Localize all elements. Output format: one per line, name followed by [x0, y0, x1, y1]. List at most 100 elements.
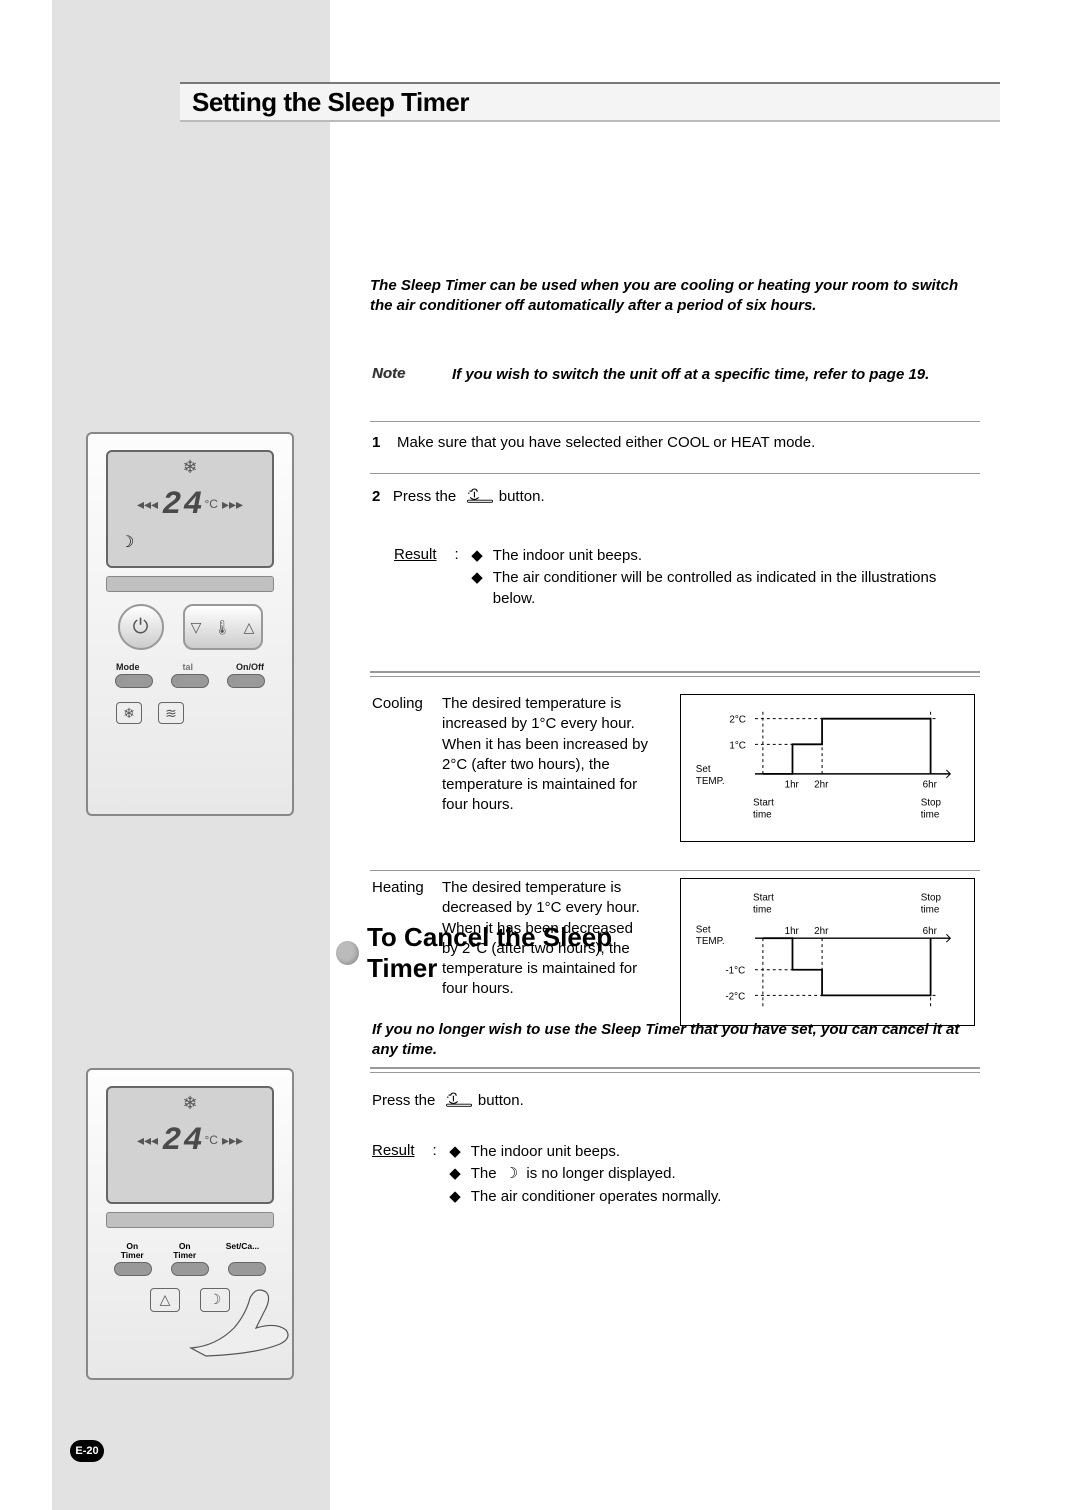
temp-suffix: °C — [204, 1133, 217, 1147]
result-bullets: ◆The indoor unit beeps. ◆The air conditi… — [471, 546, 979, 611]
svg-text:1°C: 1°C — [729, 740, 746, 751]
sleep-icon — [444, 1090, 474, 1110]
pill-button — [228, 1262, 266, 1276]
cooling-label: Cooling — [372, 694, 442, 816]
diamond-icon: ◆ — [471, 546, 483, 566]
press2-pre: Press the — [372, 1092, 435, 1109]
result-label: Result — [372, 1142, 415, 1209]
svg-text:time: time — [921, 905, 940, 916]
divider-double — [370, 1072, 980, 1073]
snowflake-icon: ❄ — [182, 1093, 197, 1114]
diamond-icon: ◆ — [449, 1187, 461, 1207]
remote-screen: ❄ ◂◂◂ 24 °C ▸▸▸ — [106, 1086, 274, 1204]
diamond-icon: ◆ — [471, 568, 483, 609]
section-title: Setting the Sleep Timer — [192, 87, 469, 118]
svg-text:2hr: 2hr — [814, 780, 829, 791]
divider-double — [370, 676, 980, 677]
svg-text:Set: Set — [696, 924, 711, 935]
svg-text:Start: Start — [753, 797, 774, 808]
result-bullet-2: The air conditioner will be controlled a… — [493, 568, 979, 609]
result-block: Result: ◆The indoor unit beeps. ◆The air… — [394, 546, 979, 611]
note-text: If you wish to switch the unit off at a … — [452, 365, 982, 385]
section-2-title-text: To Cancel the Sleep Timer — [367, 922, 676, 984]
section-2-title: To Cancel the Sleep Timer — [336, 934, 676, 972]
svg-text:2°C: 2°C — [729, 715, 746, 726]
remote-temp: 24 — [162, 486, 204, 523]
page-number-badge: E-20 — [70, 1440, 104, 1462]
cooling-text: The desired temperature is increased by … — [442, 694, 652, 816]
svg-text:2hr: 2hr — [814, 926, 829, 937]
diamond-icon: ◆ — [449, 1164, 461, 1184]
snowflake-icon: ❄ — [182, 457, 197, 478]
remote-illustration-1: ❄ ◂◂◂ 24 °C ▸▸▸ ☽ ⏻ ▽🌡△ Mode tal On/Off … — [86, 432, 294, 816]
result2-bullet-1: The indoor unit beeps. — [471, 1142, 620, 1162]
svg-text:6hr: 6hr — [923, 780, 938, 791]
svg-text:Stop: Stop — [921, 797, 942, 808]
sleep-icon: ☽ — [120, 532, 134, 552]
svg-text:1hr: 1hr — [785, 780, 800, 791]
svg-text:TEMP.: TEMP. — [696, 936, 725, 947]
divider-double — [370, 671, 980, 673]
pill-button — [227, 674, 265, 688]
temp-up-down: ▽🌡△ — [183, 604, 263, 650]
result-label: Result — [394, 546, 437, 611]
fan-bars-icon: ◂◂◂ — [137, 496, 158, 513]
step-2-number: 2 — [372, 488, 380, 505]
swing-button-icon: ≋ — [158, 702, 184, 724]
remote-illustration-2: ❄ ◂◂◂ 24 °C ▸▸▸ OnTimer OnTimer Set/Ca..… — [86, 1068, 294, 1380]
mode-label: Mode — [116, 662, 140, 672]
dry-button-icon: △ — [150, 1288, 180, 1312]
svg-text:-1°C: -1°C — [725, 966, 745, 977]
manual-page: Setting the Sleep Timer The Sleep Timer … — [0, 0, 1080, 1510]
svg-text:1hr: 1hr — [785, 926, 800, 937]
pill-button — [171, 674, 209, 688]
fan-bars-icon: ◂◂◂ — [137, 1132, 158, 1149]
intro2-paragraph: If you no longer wish to use the Sleep T… — [372, 1020, 980, 1061]
step-1: 1 Make sure that you have selected eithe… — [372, 434, 982, 451]
svg-text:-2°C: -2°C — [725, 991, 745, 1002]
heating-chart: Starttime Stoptime Set TEMP. -1°C -2°C 1… — [680, 878, 975, 1026]
step-2: 2 Press the button. — [372, 486, 982, 506]
intro-paragraph: The Sleep Timer can be used when you are… — [370, 276, 980, 317]
result2-bullet-2: The ☽ is no longer displayed. — [471, 1164, 676, 1184]
pill-button — [114, 1262, 152, 1276]
press2-post: button. — [478, 1092, 524, 1109]
svg-text:TEMP.: TEMP. — [696, 776, 725, 787]
sleep-button-icon: ☽ — [200, 1288, 230, 1312]
remote-temp: 24 — [162, 1122, 204, 1159]
svg-text:time: time — [753, 905, 772, 916]
section-title-bar: Setting the Sleep Timer — [180, 82, 1000, 122]
svg-text:time: time — [753, 809, 772, 820]
result2-bullet-3: The air conditioner operates normally. — [471, 1187, 722, 1207]
off-timer-label: OnTimer — [173, 1242, 196, 1260]
remote-screen: ❄ ◂◂◂ 24 °C ▸▸▸ ☽ — [106, 450, 274, 568]
divider — [370, 421, 980, 422]
svg-text:Stop: Stop — [921, 893, 942, 904]
cancel-step: Press the button. — [372, 1090, 982, 1110]
note-label: Note — [372, 365, 405, 382]
onoff-label: On/Off — [236, 662, 264, 672]
fan-bars-icon: ▸▸▸ — [222, 496, 243, 513]
diamond-icon: ◆ — [449, 1142, 461, 1162]
svg-text:time: time — [921, 809, 940, 820]
set-cancel-label: Set/Ca... — [226, 1242, 260, 1260]
step-1-text: Make sure that you have selected either … — [397, 434, 815, 451]
fan-bars-icon: ▸▸▸ — [222, 1132, 243, 1149]
step-2-post: button. — [499, 488, 545, 505]
result-bullet-1: The indoor unit beeps. — [493, 546, 642, 566]
pill-button — [171, 1262, 209, 1276]
remote-slot — [106, 576, 274, 592]
pill-button — [115, 674, 153, 688]
svg-text:6hr: 6hr — [923, 926, 938, 937]
divider — [370, 870, 980, 871]
ghost-bullet-icon — [336, 941, 359, 965]
svg-text:Start: Start — [753, 893, 774, 904]
on-timer-label: OnTimer — [121, 1242, 144, 1260]
step-2-pre: Press the — [393, 488, 456, 505]
digital-label: tal — [182, 662, 193, 672]
step-1-number: 1 — [372, 434, 380, 451]
temp-suffix: °C — [204, 497, 217, 511]
svg-text:Set: Set — [696, 764, 711, 775]
divider-double — [370, 1067, 980, 1069]
result2-block: Result: ◆The indoor unit beeps. ◆ The ☽ … — [372, 1142, 980, 1209]
